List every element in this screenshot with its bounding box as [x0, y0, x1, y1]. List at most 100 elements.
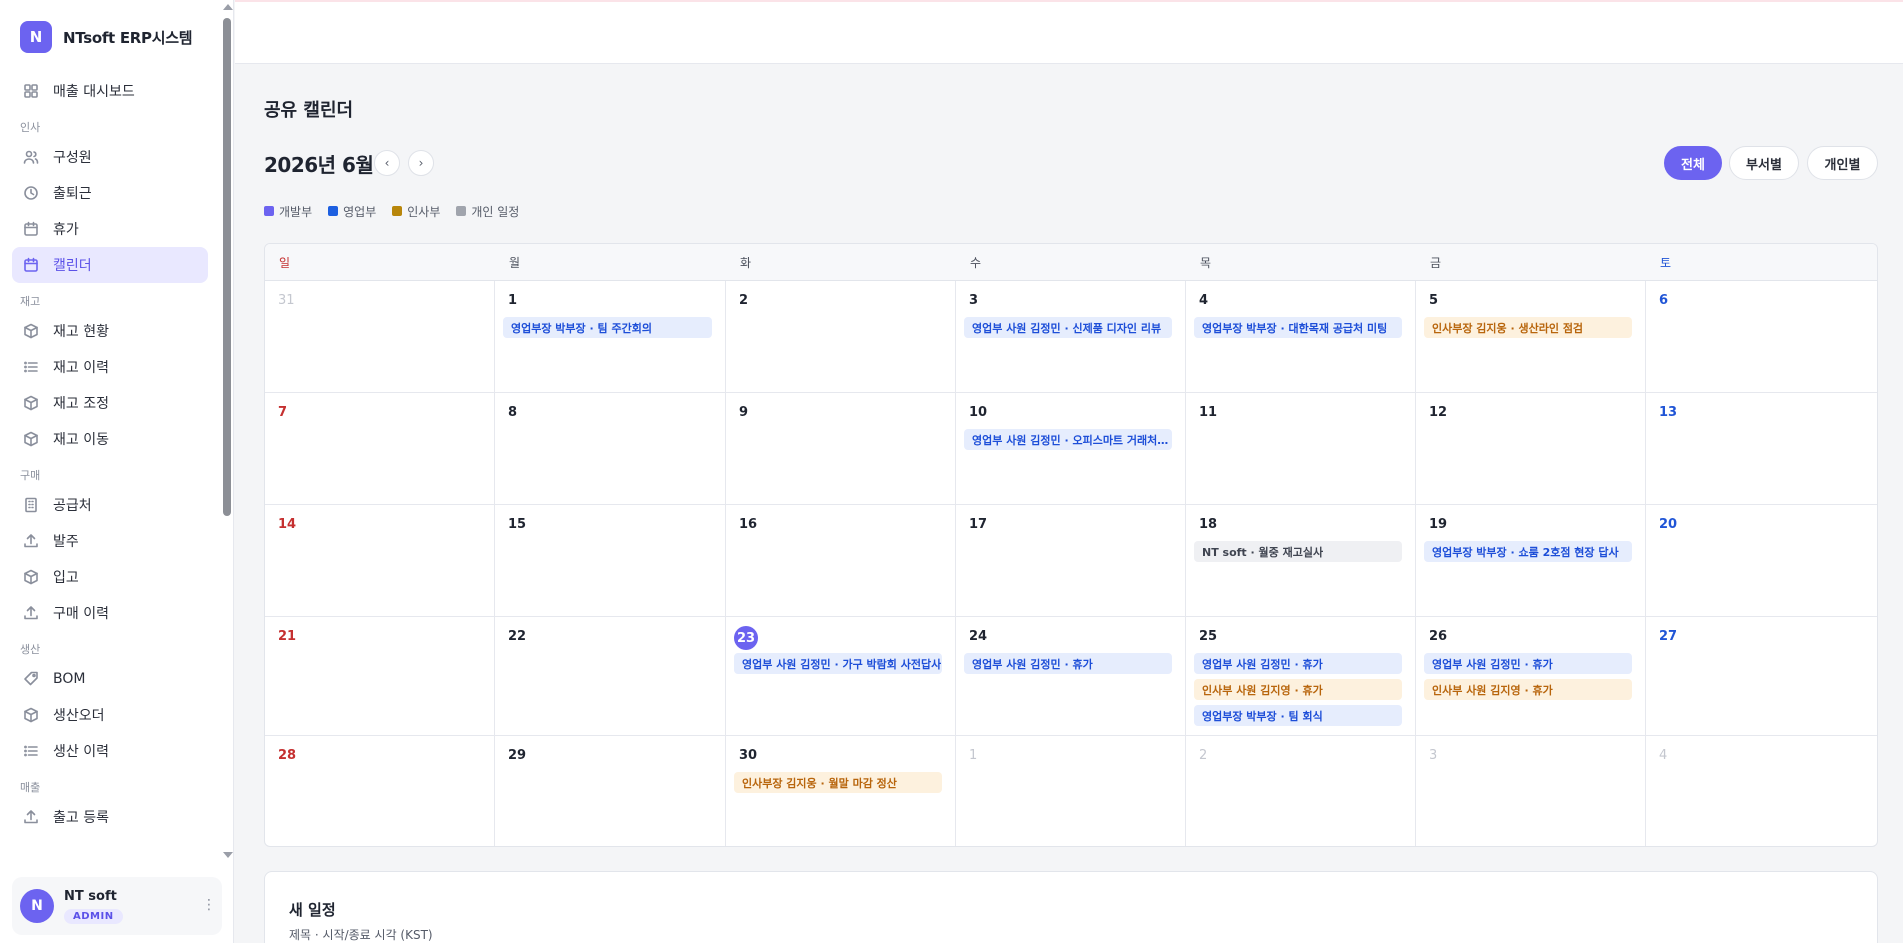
sidebar-section-title: 구매 [20, 469, 41, 482]
brand[interactable]: N NTsoft ERP시스템 [20, 21, 193, 53]
sidebar-item[interactable]: 출퇴근 [12, 175, 208, 211]
sidebar-item-label: 구매 이력 [53, 606, 109, 622]
scroll-up-arrow-icon[interactable] [223, 4, 233, 10]
day-cell[interactable]: 16 [726, 505, 956, 617]
event-chip[interactable]: 영업부장 박부장 · 팀 회식 [1194, 705, 1402, 726]
day-cell[interactable]: 3 [1416, 736, 1646, 846]
day-cell[interactable]: 23 영업부 사원 김정민 · 가구 박람회 사전답사 [726, 617, 956, 736]
day-number: 20 [1659, 517, 1678, 532]
event-chip[interactable]: 영업부장 박부장 · 쇼룸 2호점 현장 답사 [1424, 541, 1632, 562]
day-cell[interactable]: 12 [1416, 393, 1646, 505]
event-chip[interactable]: NT soft · 월중 재고실사 [1194, 541, 1402, 562]
sidebar-item[interactable]: 재고 조정 [12, 385, 208, 421]
sidebar-item[interactable]: 생산 이력 [12, 733, 208, 769]
view-button[interactable]: 개인별 [1807, 146, 1878, 180]
event-chip[interactable]: 영업부 사원 김정민 · 신제품 디자인 리뷰 [964, 317, 1172, 338]
day-cell[interactable]: 13 [1646, 393, 1877, 505]
day-cell[interactable]: 7 [265, 393, 495, 505]
day-cell[interactable]: 14 [265, 505, 495, 617]
day-cell[interactable]: 11 [1186, 393, 1416, 505]
sidebar-item[interactable]: 생산오더 [12, 697, 208, 733]
day-cell[interactable]: 17 [956, 505, 1186, 617]
event-chip[interactable]: 영업부 사원 김정민 · 휴가 [1194, 653, 1402, 674]
day-number: 11 [1199, 405, 1218, 420]
sidebar-item[interactable]: BOM [12, 661, 208, 697]
event-label: 인사부 사원 김지영 · 휴가 [1202, 683, 1323, 697]
sidebar-item[interactable]: 구성원 [12, 139, 208, 175]
day-cell[interactable]: 2 [1186, 736, 1416, 846]
day-cell[interactable]: 18 NT soft · 월중 재고실사 [1186, 505, 1416, 617]
day-cell[interactable]: 30 인사부장 김지웅 · 월말 마감 정산 [726, 736, 956, 846]
day-number: 2 [1199, 748, 1208, 763]
day-cell[interactable]: 26 영업부 사원 김정민 · 휴가 인사부 사원 김지영 · 휴가 [1416, 617, 1646, 736]
day-cell[interactable]: 9 [726, 393, 956, 505]
sidebar-item-label: 출고 등록 [53, 810, 109, 826]
day-cell[interactable]: 1 영업부장 박부장 · 팀 주간회의 [495, 281, 726, 393]
legend-label: 영업부 [343, 204, 377, 219]
sidebar-item[interactable]: 출고 등록 [12, 799, 208, 835]
day-cell[interactable]: 20 [1646, 505, 1877, 617]
day-cell[interactable]: 10 영업부 사원 김정민 · 오피스마트 거래처 방문 [956, 393, 1186, 505]
event-chip[interactable]: 영업부장 박부장 · 팀 주간회의 [503, 317, 712, 338]
day-cell[interactable]: 5 인사부장 김지웅 · 생산라인 점검 [1416, 281, 1646, 393]
day-cell[interactable]: 8 [495, 393, 726, 505]
day-cell[interactable]: 27 [1646, 617, 1877, 736]
sidebar-item[interactable]: 재고 현황 [12, 313, 208, 349]
day-cell[interactable]: 21 [265, 617, 495, 736]
day-number: 1 [969, 748, 978, 763]
day-cell[interactable]: 1 [956, 736, 1186, 846]
event-chip[interactable]: 인사부 사원 김지영 · 휴가 [1424, 679, 1632, 700]
event-chip[interactable]: 영업부 사원 김정민 · 가구 박람회 사전답사 [734, 653, 942, 674]
scroll-down-arrow-icon[interactable] [223, 852, 233, 858]
event-label: 영업부 사원 김정민 · 휴가 [1432, 657, 1553, 671]
event-label: 영업부 사원 김정민 · 신제품 디자인 리뷰 [972, 321, 1162, 335]
sidebar-item[interactable]: 재고 이력 [12, 349, 208, 385]
event-label: 영업부장 박부장 · 대한목재 공급처 미팅 [1202, 321, 1388, 335]
day-cell[interactable]: 15 [495, 505, 726, 617]
day-cell[interactable]: 6 [1646, 281, 1877, 393]
event-chip[interactable]: 인사부장 김지웅 · 월말 마감 정산 [734, 772, 942, 793]
day-cell[interactable]: 3 영업부 사원 김정민 · 신제품 디자인 리뷰 [956, 281, 1186, 393]
event-chip[interactable]: 인사부장 김지웅 · 생산라인 점검 [1424, 317, 1632, 338]
sidebar-item[interactable]: 구매 이력 [12, 595, 208, 631]
day-cell[interactable]: 4 영업부장 박부장 · 대한목재 공급처 미팅 [1186, 281, 1416, 393]
sidebar-item[interactable]: 발주 [12, 523, 208, 559]
prev-month-button[interactable]: ‹ [374, 150, 400, 176]
day-cell[interactable]: 31 [265, 281, 495, 393]
sidebar-item[interactable]: 휴가 [12, 211, 208, 247]
event-chip[interactable]: 영업부 사원 김정민 · 휴가 [964, 653, 1172, 674]
event-chip[interactable]: 인사부 사원 김지영 · 휴가 [1194, 679, 1402, 700]
sidebar-item[interactable]: 입고 [12, 559, 208, 595]
event-label: 영업부 사원 김정민 · 가구 박람회 사전답사 [742, 657, 942, 671]
day-cell[interactable]: 2 [726, 281, 956, 393]
scroll-thumb[interactable] [223, 18, 231, 516]
list-icon [22, 358, 40, 376]
day-cell[interactable]: 4 [1646, 736, 1877, 846]
day-number: 27 [1659, 629, 1678, 644]
view-button[interactable]: 부서별 [1729, 146, 1799, 180]
sidebar-item[interactable]: 공급처 [12, 487, 208, 523]
day-cell[interactable]: 25 영업부 사원 김정민 · 휴가 인사부 사원 김지영 · 휴가 영업부장 박부장… [1186, 617, 1416, 736]
more-menu-icon[interactable]: ⋮ [202, 898, 216, 912]
sidebar-item[interactable]: 캘린더 [12, 247, 208, 283]
day-cell[interactable]: 22 [495, 617, 726, 736]
event-chip[interactable]: 영업부 사원 김정민 · 휴가 [1424, 653, 1632, 674]
day-number: 12 [1429, 405, 1448, 420]
event-chip[interactable]: 영업부장 박부장 · 대한목재 공급처 미팅 [1194, 317, 1402, 338]
sidebar-item[interactable]: 재고 이동 [12, 421, 208, 457]
next-month-button[interactable]: › [408, 150, 434, 176]
user-card[interactable]: N NT soft ADMIN ⋮ [12, 877, 222, 935]
view-button[interactable]: 전체 [1664, 146, 1722, 180]
box-icon [22, 430, 40, 448]
day-cell[interactable]: 29 [495, 736, 726, 846]
legend-item: 인사부 [392, 203, 440, 220]
page-title: 공유 캘린더 [264, 100, 354, 121]
day-cell[interactable]: 24 영업부 사원 김정민 · 휴가 [956, 617, 1186, 736]
day-cell[interactable]: 19 영업부장 박부장 · 쇼룸 2호점 현장 답사 [1416, 505, 1646, 617]
calendar-icon [22, 220, 40, 238]
event-chip[interactable]: 영업부 사원 김정민 · 오피스마트 거래처 방문 [964, 429, 1172, 450]
sidebar-scrollbar[interactable] [221, 0, 233, 865]
day-cell[interactable]: 28 [265, 736, 495, 846]
sidebar-item[interactable]: 매출 대시보드 [12, 73, 208, 109]
box-icon [22, 394, 40, 412]
